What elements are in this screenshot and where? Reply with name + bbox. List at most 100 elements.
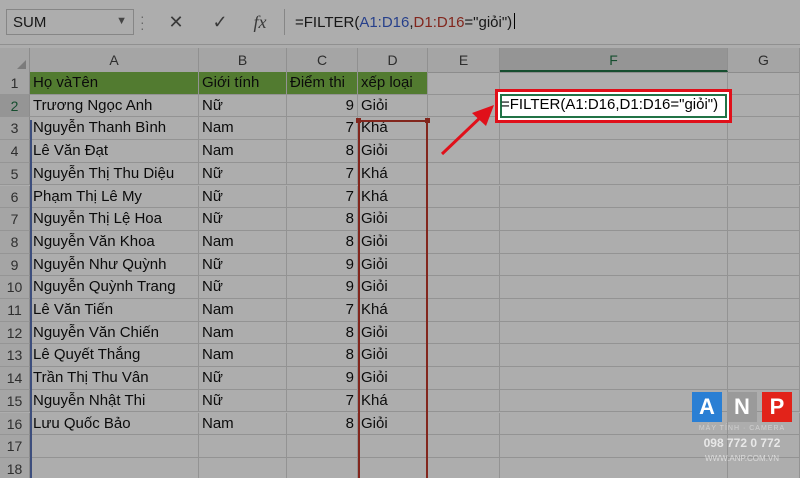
empty-cell[interactable] [728, 162, 800, 186]
row-header[interactable]: 17 [0, 435, 30, 458]
cell-rank[interactable]: Giỏi [358, 321, 428, 345]
row-header[interactable]: 14 [0, 367, 30, 390]
cell-name[interactable]: Trần Thị Thu Vân [30, 367, 199, 390]
empty-cell[interactable] [728, 230, 800, 254]
active-cell-f2-highlight[interactable]: =FILTER(A1:D16,D1:D16="giỏi") [495, 89, 732, 123]
empty-cell[interactable] [428, 412, 500, 436]
cell-rank[interactable]: Giỏi [358, 367, 428, 390]
empty-cell[interactable] [199, 435, 287, 458]
row-header[interactable]: 15 [0, 389, 30, 413]
row-header[interactable]: 2 [0, 94, 30, 118]
cell-gender[interactable]: Nam [199, 230, 287, 254]
column-header-c[interactable]: C [287, 48, 358, 72]
cell-rank[interactable]: Giỏi [358, 140, 428, 163]
cell-score[interactable]: 7 [287, 162, 358, 186]
empty-cell[interactable] [428, 389, 500, 413]
drag-handle-icon[interactable]: · · · [140, 9, 145, 35]
row-header[interactable]: 8 [0, 230, 30, 254]
empty-cell[interactable] [287, 435, 358, 458]
cell-gender[interactable]: Nam [199, 117, 287, 141]
empty-cell[interactable] [728, 185, 800, 209]
empty-cell[interactable] [500, 140, 728, 163]
cell-rank[interactable]: Giỏi [358, 94, 428, 118]
header-cell-rank[interactable]: xếp loại [358, 72, 428, 95]
cell-name[interactable]: Phạm Thị Lê My [30, 185, 199, 209]
cell-score[interactable]: 7 [287, 117, 358, 141]
cell-score[interactable]: 9 [287, 253, 358, 277]
cell-name[interactable]: Lê Văn Đạt [30, 140, 199, 163]
empty-cell[interactable] [500, 367, 728, 390]
cell-rank[interactable]: Khá [358, 162, 428, 186]
cell-score[interactable]: 9 [287, 94, 358, 118]
empty-cell[interactable] [728, 94, 800, 118]
empty-cell[interactable] [428, 457, 500, 478]
cell-name[interactable]: Nguyễn Nhật Thi [30, 389, 199, 413]
column-header-b[interactable]: B [199, 48, 287, 72]
name-box[interactable]: SUM ▼ [6, 9, 134, 35]
cell-score[interactable]: 9 [287, 367, 358, 390]
cell-name[interactable]: Nguyễn Quỳnh Trang [30, 276, 199, 299]
empty-cell[interactable] [30, 457, 199, 478]
empty-cell[interactable] [428, 276, 500, 299]
cell-rank[interactable]: Khá [358, 117, 428, 141]
column-header-e[interactable]: E [428, 48, 500, 72]
cell-gender[interactable]: Nam [199, 412, 287, 436]
empty-cell[interactable] [728, 140, 800, 163]
cell-score[interactable]: 8 [287, 344, 358, 368]
cell-gender[interactable]: Nam [199, 299, 287, 322]
cell-score[interactable]: 7 [287, 299, 358, 322]
empty-cell[interactable] [358, 457, 428, 478]
row-header[interactable]: 6 [0, 185, 30, 209]
empty-cell[interactable] [428, 162, 500, 186]
cell-score[interactable]: 8 [287, 208, 358, 231]
formula-input[interactable]: =FILTER(A1:D16,D1:D16="giỏi") [284, 9, 796, 35]
cell-rank[interactable]: Giỏi [358, 344, 428, 368]
cell-gender[interactable]: Nam [199, 140, 287, 163]
cell-name[interactable]: Lê Văn Tiến [30, 299, 199, 322]
empty-cell[interactable] [500, 253, 728, 277]
cancel-icon[interactable]: ✕ [162, 10, 190, 34]
cell-score[interactable]: 8 [287, 230, 358, 254]
cell-score[interactable]: 8 [287, 412, 358, 436]
cell-gender[interactable]: Nữ [199, 185, 287, 209]
empty-cell[interactable] [728, 276, 800, 299]
row-header[interactable]: 13 [0, 344, 30, 368]
column-header-f[interactable]: F [500, 48, 728, 72]
cell-gender[interactable]: Nữ [199, 253, 287, 277]
empty-cell[interactable] [428, 253, 500, 277]
column-header-d[interactable]: D [358, 48, 428, 72]
cell-name[interactable]: Lê Quyết Thắng [30, 344, 199, 368]
row-header[interactable]: 5 [0, 162, 30, 186]
empty-cell[interactable] [428, 344, 500, 368]
cell-name[interactable]: Nguyễn Văn Chiến [30, 321, 199, 345]
select-all-corner[interactable] [0, 48, 30, 72]
cell-rank[interactable]: Khá [358, 185, 428, 209]
row-header[interactable]: 16 [0, 412, 30, 436]
empty-cell[interactable] [500, 299, 728, 322]
column-header-g[interactable]: G [728, 48, 800, 72]
header-cell-gender[interactable]: Giới tính [199, 72, 287, 95]
header-cell-name[interactable]: Họ vàTên [30, 72, 199, 95]
row-header[interactable]: 18 [0, 457, 30, 478]
cell-name[interactable]: Trương Ngọc Anh [30, 94, 199, 118]
row-header[interactable]: 1 [0, 72, 30, 95]
empty-cell[interactable] [500, 162, 728, 186]
column-header-a[interactable]: A [30, 48, 199, 72]
cell-rank[interactable]: Khá [358, 299, 428, 322]
cell-score[interactable]: 9 [287, 276, 358, 299]
empty-cell[interactable] [358, 435, 428, 458]
empty-cell[interactable] [728, 253, 800, 277]
cell-name[interactable]: Nguyễn Thị Lệ Hoa [30, 208, 199, 231]
empty-cell[interactable] [728, 321, 800, 345]
cell-rank[interactable]: Giỏi [358, 208, 428, 231]
header-cell-score[interactable]: Điểm thi [287, 72, 358, 95]
empty-cell[interactable] [728, 72, 800, 95]
cell-gender[interactable]: Nam [199, 321, 287, 345]
empty-cell[interactable] [500, 344, 728, 368]
empty-cell[interactable] [500, 321, 728, 345]
row-header[interactable]: 4 [0, 140, 30, 163]
cell-gender[interactable]: Nữ [199, 208, 287, 231]
empty-cell[interactable] [428, 435, 500, 458]
row-header[interactable]: 10 [0, 276, 30, 299]
cell-rank[interactable]: Giỏi [358, 230, 428, 254]
